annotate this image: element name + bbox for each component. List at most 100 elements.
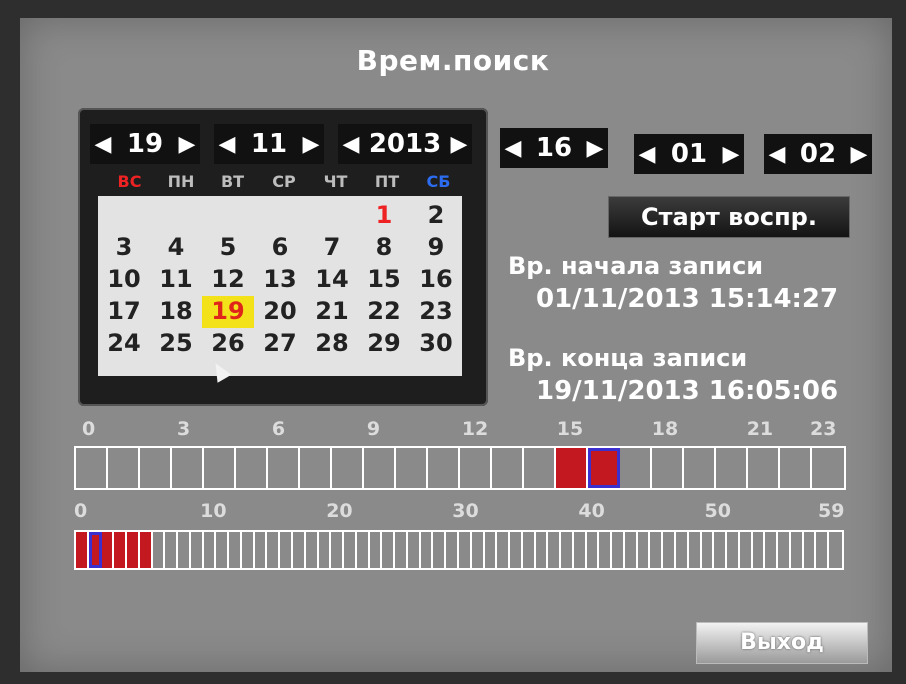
hour-cell[interactable] xyxy=(556,448,588,488)
minute-cell[interactable] xyxy=(153,532,166,568)
hour-cell[interactable] xyxy=(76,448,108,488)
hour-cell[interactable] xyxy=(716,448,748,488)
calendar-day-2[interactable]: 2 xyxy=(410,200,462,232)
minute-cell[interactable] xyxy=(638,532,651,568)
hour-cell[interactable] xyxy=(396,448,428,488)
minute-cell[interactable] xyxy=(727,532,740,568)
minute-cell[interactable] xyxy=(689,532,702,568)
minute-cell[interactable] xyxy=(357,532,370,568)
minute-cell[interactable] xyxy=(382,532,396,568)
minute-cell[interactable] xyxy=(331,532,345,568)
hour-cell[interactable] xyxy=(588,448,620,488)
minute-cell[interactable] xyxy=(204,532,217,568)
minute-cell[interactable] xyxy=(421,532,434,568)
minute-cell[interactable] xyxy=(446,532,459,568)
minute-cell[interactable] xyxy=(408,532,421,568)
minute-cell[interactable] xyxy=(829,532,842,568)
minute-cell[interactable] xyxy=(139,532,153,568)
second-spinner[interactable]: ◀ 02 ▶ xyxy=(764,134,872,174)
start-playback-button[interactable]: Старт воспр. xyxy=(608,196,850,238)
minute-cell[interactable] xyxy=(88,532,102,568)
left-arrow-icon[interactable]: ◀ xyxy=(638,142,656,167)
hour-cell[interactable] xyxy=(364,448,396,488)
calendar-day-1[interactable]: 1 xyxy=(358,200,410,232)
minute-cell[interactable] xyxy=(778,532,791,568)
minute-cell[interactable] xyxy=(676,532,689,568)
hour-cell[interactable] xyxy=(172,448,204,488)
minute-cell[interactable] xyxy=(536,532,549,568)
hour-cell[interactable] xyxy=(204,448,236,488)
minute-cell[interactable] xyxy=(229,532,242,568)
hour-cell[interactable] xyxy=(684,448,716,488)
hour-cell[interactable] xyxy=(524,448,556,488)
calendar-day-12[interactable]: 12 xyxy=(202,264,254,296)
calendar-day-23[interactable]: 23 xyxy=(410,296,462,328)
hour-cell[interactable] xyxy=(812,448,844,488)
hour-cell[interactable] xyxy=(748,448,780,488)
calendar-day-7[interactable]: 7 xyxy=(306,232,358,264)
left-arrow-icon[interactable]: ◀ xyxy=(504,136,522,161)
calendar-day-10[interactable]: 10 xyxy=(98,264,150,296)
minute-cell[interactable] xyxy=(433,532,447,568)
calendar-day-29[interactable]: 29 xyxy=(358,328,410,360)
hour-cell[interactable] xyxy=(300,448,332,488)
year-spinner[interactable]: ◀ 2013 ▶ xyxy=(338,124,472,164)
calendar-day-14[interactable]: 14 xyxy=(306,264,358,296)
minute-cell[interactable] xyxy=(101,532,115,568)
hour-cell[interactable] xyxy=(428,448,460,488)
minute-cell[interactable] xyxy=(510,532,523,568)
calendar-day-13[interactable]: 13 xyxy=(254,264,306,296)
month-spinner[interactable]: ◀ 11 ▶ xyxy=(214,124,324,164)
hour-spinner[interactable]: ◀ 16 ▶ xyxy=(500,128,608,168)
right-arrow-icon[interactable]: ▶ xyxy=(586,136,604,161)
minute-cell[interactable] xyxy=(561,532,574,568)
calendar-day-18[interactable]: 18 xyxy=(150,296,202,328)
minute-cell[interactable] xyxy=(267,532,281,568)
minute-cell[interactable] xyxy=(816,532,830,568)
minute-cell[interactable] xyxy=(395,532,408,568)
minute-cell[interactable] xyxy=(574,532,587,568)
minute-cell[interactable] xyxy=(216,532,230,568)
hour-cell[interactable] xyxy=(236,448,268,488)
calendar-day-11[interactable]: 11 xyxy=(150,264,202,296)
calendar-day-9[interactable]: 9 xyxy=(410,232,462,264)
hour-cell[interactable] xyxy=(332,448,364,488)
calendar-day-16[interactable]: 16 xyxy=(410,264,462,296)
minute-cell[interactable] xyxy=(293,532,306,568)
minute-cell[interactable] xyxy=(114,532,128,568)
minute-cell[interactable] xyxy=(663,532,676,568)
calendar-day-17[interactable]: 17 xyxy=(98,296,150,328)
right-arrow-icon[interactable]: ▶ xyxy=(302,132,320,157)
minute-cell[interactable] xyxy=(497,532,511,568)
minute-spinner[interactable]: ◀ 01 ▶ xyxy=(634,134,744,174)
hour-cell[interactable] xyxy=(492,448,524,488)
minute-cell[interactable] xyxy=(548,532,562,568)
minute-cell[interactable] xyxy=(127,532,140,568)
minute-cell[interactable] xyxy=(191,532,204,568)
minute-cell[interactable] xyxy=(242,532,255,568)
left-arrow-icon[interactable]: ◀ xyxy=(342,132,360,157)
minute-cell[interactable] xyxy=(255,532,268,568)
minute-cell[interactable] xyxy=(459,532,472,568)
hour-cell[interactable] xyxy=(620,448,652,488)
minute-cell[interactable] xyxy=(319,532,332,568)
right-arrow-icon[interactable]: ▶ xyxy=(450,132,468,157)
calendar-day-19[interactable]: 19 xyxy=(202,296,254,328)
right-arrow-icon[interactable]: ▶ xyxy=(722,142,740,167)
minute-cell[interactable] xyxy=(344,532,357,568)
hour-cell[interactable] xyxy=(140,448,172,488)
minute-cell[interactable] xyxy=(791,532,804,568)
calendar-day-4[interactable]: 4 xyxy=(150,232,202,264)
hour-timeline-bar[interactable] xyxy=(74,446,846,490)
hour-cell[interactable] xyxy=(652,448,684,488)
calendar-day-30[interactable]: 30 xyxy=(410,328,462,360)
calendar-day-6[interactable]: 6 xyxy=(254,232,306,264)
minute-timeline-bar[interactable] xyxy=(74,530,844,570)
minute-cell[interactable] xyxy=(306,532,319,568)
calendar-day-28[interactable]: 28 xyxy=(306,328,358,360)
right-arrow-icon[interactable]: ▶ xyxy=(850,142,868,167)
calendar-day-8[interactable]: 8 xyxy=(358,232,410,264)
minute-cell[interactable] xyxy=(76,532,89,568)
calendar-day-24[interactable]: 24 xyxy=(98,328,150,360)
left-arrow-icon[interactable]: ◀ xyxy=(94,132,112,157)
